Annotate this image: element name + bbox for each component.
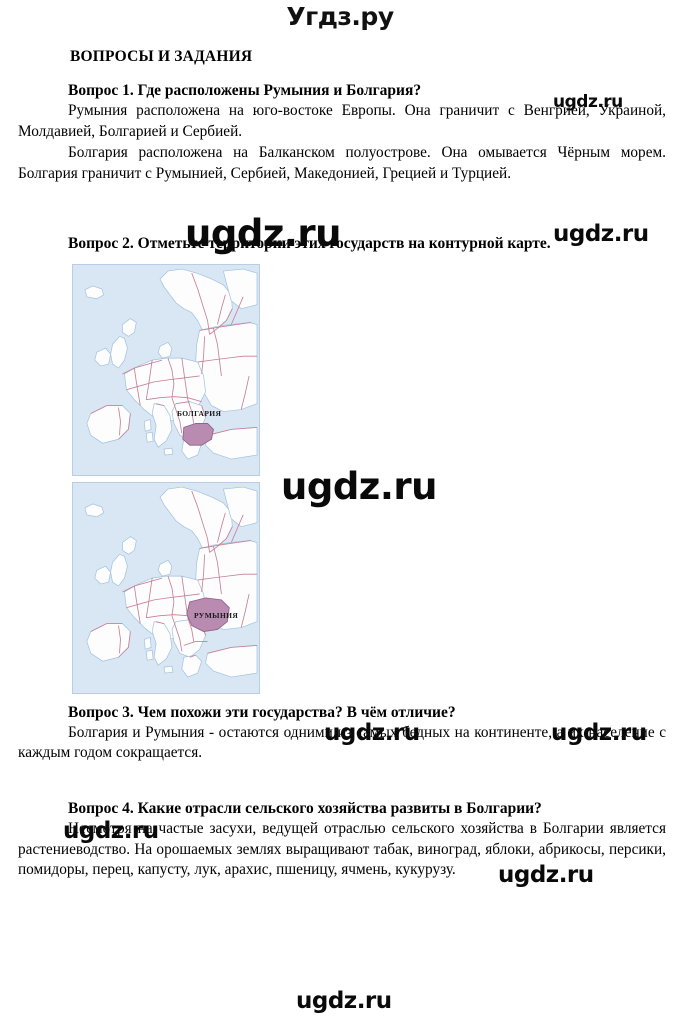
site-logo[interactable]: Угдз.ру (0, 2, 680, 31)
map-label-bulgaria: БОЛГАРИЯ (177, 408, 222, 418)
page-title: ВОПРОСЫ И ЗАДАНИЯ (70, 48, 253, 65)
question-4-heading: Вопрос 4. Какие отрасли сельского хозяйс… (68, 800, 542, 818)
map-figures: БОЛГАРИЯ РУМЫНИЯ (18, 263, 666, 694)
document-page: ВОПРОСЫ И ЗАДАНИЯ Вопрос 1. Где располож… (0, 40, 680, 881)
map-svg-bulgaria (73, 264, 259, 475)
question-1-answer-paragraph-1: Румыния расположена на юго-востоке Европ… (18, 102, 666, 140)
question-4-answer-paragraph-1: Несмотря на частые засухи, ведущей отрас… (18, 820, 666, 879)
document-content: ВОПРОСЫ И ЗАДАНИЯ Вопрос 1. Где располож… (18, 48, 666, 881)
question-2-heading: Вопрос 2. Отметьте территории этих госуд… (68, 234, 551, 252)
question-block-1: Вопрос 1. Где расположены Румыния и Болг… (18, 80, 666, 185)
question-block-4: Вопрос 4. Какие отрасли сельского хозяйс… (18, 798, 666, 881)
question-3-answer-paragraph-1: Болгария и Румыния - остаются одними из … (18, 723, 666, 762)
map-europe-bulgaria: БОЛГАРИЯ (72, 263, 260, 476)
question-block-3: Вопрос 3. Чем похожи эти государства? В … (18, 702, 666, 764)
question-1-heading: Вопрос 1. Где расположены Румыния и Болг… (68, 82, 422, 99)
watermark-9: ugdz.ru (296, 988, 392, 1014)
question-block-2: Вопрос 2. Отметьте территории этих госуд… (18, 233, 666, 694)
map-svg-romania (73, 482, 259, 693)
map-europe-romania: РУМЫНИЯ (72, 481, 260, 694)
question-1-answer-paragraph-2: Болгария расположена на Балканском полуо… (18, 144, 666, 182)
map-label-romania: РУМЫНИЯ (194, 610, 239, 620)
question-3-heading: Вопрос 3. Чем похожи эти государства? В … (68, 703, 456, 721)
